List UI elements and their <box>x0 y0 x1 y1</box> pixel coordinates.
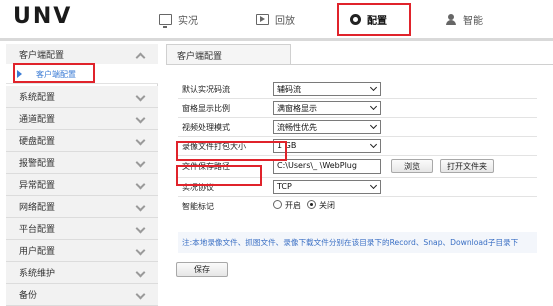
sidebar-item-channel-config[interactable]: 通道配置 <box>6 108 158 130</box>
select-value: 流畅性优先 <box>277 123 317 132</box>
chevron-down-icon <box>369 121 378 130</box>
sidebar-item-label: 备份 <box>19 291 38 301</box>
nav-playback[interactable]: 回放 <box>256 0 295 38</box>
sidebar-item-alarm-config[interactable]: 报警配置 <box>6 152 158 174</box>
sidebar-item-label: 平台配置 <box>19 225 56 235</box>
sidebar-item-label: 通道配置 <box>19 115 56 125</box>
select-value: 满窗格显示 <box>277 104 317 113</box>
chevron-down-icon <box>369 181 378 190</box>
live-protocol-select[interactable]: TCP <box>273 180 381 194</box>
record-file-size-select[interactable]: 1 GB <box>273 139 381 153</box>
smart-mark-on-radio[interactable] <box>273 200 282 209</box>
monitor-icon <box>159 13 172 28</box>
top-nav-bar: UNV 实况 回放 配置 智能 <box>0 0 553 38</box>
sidebar-item-label: 用户配置 <box>19 247 56 257</box>
chevron-up-icon <box>135 52 146 63</box>
nav-live-label: 实况 <box>178 15 198 27</box>
tab-client-config[interactable]: 客户端配置 <box>166 44 291 65</box>
save-button[interactable]: 保存 <box>176 262 228 277</box>
nav-live[interactable]: 实况 <box>159 0 198 38</box>
chevron-down-icon <box>135 223 146 234</box>
sidebar-item-label: 系统配置 <box>19 93 56 103</box>
select-value: 辅码流 <box>277 85 301 94</box>
radio-label-on: 开启 <box>285 201 301 210</box>
nav-playback-label: 回放 <box>275 15 295 27</box>
smart-mark-off-radio[interactable] <box>307 200 316 209</box>
tab-divider <box>166 64 553 65</box>
chevron-down-icon <box>369 102 378 111</box>
header-divider <box>0 38 553 41</box>
default-live-stream-select[interactable]: 辅码流 <box>273 82 381 96</box>
chevron-down-icon <box>135 267 146 278</box>
nav-smart[interactable]: 智能 <box>446 0 483 38</box>
video-mode-select[interactable]: 流畅性优先 <box>273 120 381 134</box>
chevron-down-icon <box>135 289 146 300</box>
row-smart-mark: 智能标记 开启 关闭 <box>178 197 537 216</box>
sidebar-item-label: 硬盘配置 <box>19 137 56 147</box>
chevron-down-icon <box>369 140 378 149</box>
highlight-config-nav <box>337 3 411 36</box>
nav-smart-label: 智能 <box>463 15 483 27</box>
chevron-down-icon <box>369 83 378 92</box>
sidebar-item-backup[interactable]: 备份 <box>6 284 158 306</box>
row-default-live-stream: 默认实况码流 辅码流 <box>178 80 537 99</box>
sidebar-item-label: 异常配置 <box>19 181 56 191</box>
sidebar-item-exception-config[interactable]: 异常配置 <box>6 174 158 196</box>
note-text: 注:本地录像文件、抓图文件、录像下载文件分别在该目录下的Record、Snap、… <box>182 238 519 247</box>
sidebar-item-label: 客户端配置 <box>19 51 65 61</box>
radio-label-off: 关闭 <box>319 201 335 210</box>
highlight-client-config-sub <box>13 63 95 83</box>
sidebar-item-label: 系统维护 <box>19 269 56 279</box>
sidebar-item-label: 报警配置 <box>19 159 56 169</box>
row-pane-ratio: 窗格显示比例 满窗格显示 <box>178 99 537 118</box>
chevron-down-icon <box>135 157 146 168</box>
sidebar: 客户端配置 客户端配置 系统配置 通道配置 硬盘配置 报警配置 异常配置 网络配… <box>6 44 158 306</box>
browse-button[interactable]: 浏览 <box>391 159 433 173</box>
sidebar-item-label: 网络配置 <box>19 203 56 213</box>
field-label: 窗格显示比例 <box>182 104 230 113</box>
chevron-down-icon <box>135 135 146 146</box>
field-label: 默认实况码流 <box>182 85 230 94</box>
highlight-save-path <box>176 165 262 186</box>
chevron-down-icon <box>135 113 146 124</box>
sidebar-item-system-config[interactable]: 系统配置 <box>6 86 158 108</box>
unv-logo: UNV <box>13 4 73 29</box>
highlight-record-file-size <box>176 141 287 161</box>
open-folder-button[interactable]: 打开文件夹 <box>440 159 494 173</box>
chevron-down-icon <box>135 245 146 256</box>
smart-person-icon <box>446 13 457 25</box>
sidebar-item-disk-config[interactable]: 硬盘配置 <box>6 130 158 152</box>
select-value: TCP <box>277 182 292 191</box>
chevron-down-icon <box>135 179 146 190</box>
chevron-down-icon <box>135 91 146 102</box>
sidebar-item-platform-config[interactable]: 平台配置 <box>6 218 158 240</box>
playback-icon <box>256 13 269 25</box>
row-video-mode: 视频处理模式 流畅性优先 <box>178 118 537 137</box>
field-label: 智能标记 <box>182 202 214 211</box>
sidebar-item-network-config[interactable]: 网络配置 <box>6 196 158 218</box>
chevron-down-icon <box>135 201 146 212</box>
sidebar-item-maintenance[interactable]: 系统维护 <box>6 262 158 284</box>
save-path-input[interactable]: C:\Users\_ \WebPlug <box>273 159 381 174</box>
sidebar-item-user-config[interactable]: 用户配置 <box>6 240 158 262</box>
pane-ratio-select[interactable]: 满窗格显示 <box>273 101 381 115</box>
save-path-note: 注:本地录像文件、抓图文件、录像下载文件分别在该目录下的Record、Snap、… <box>178 232 537 253</box>
field-label: 视频处理模式 <box>182 123 230 132</box>
